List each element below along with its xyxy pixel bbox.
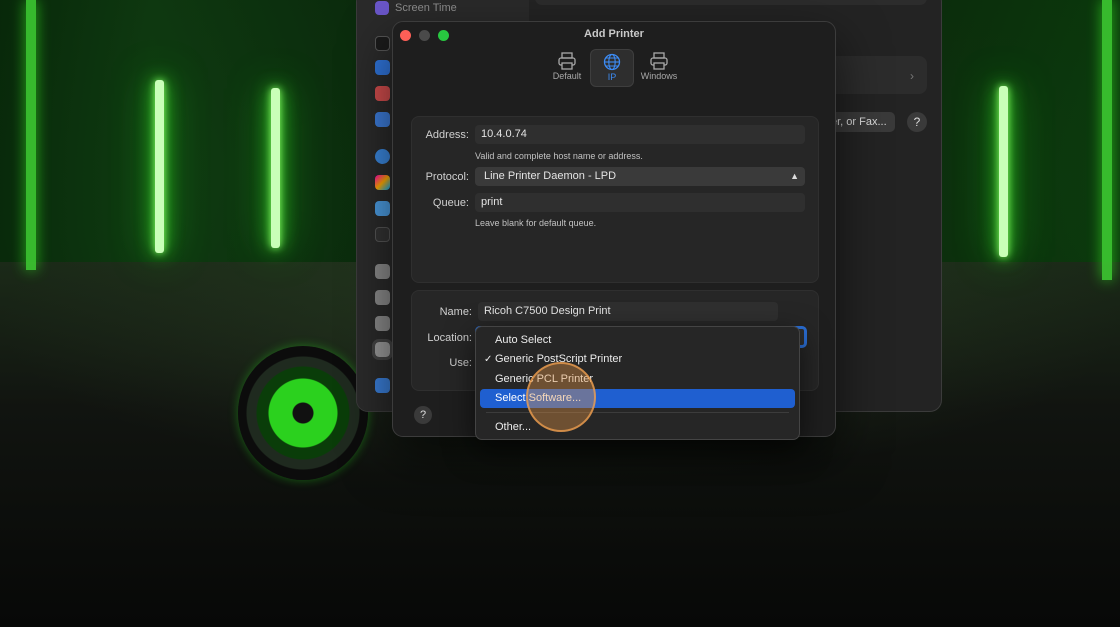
lock-icon[interactable] [375,36,390,51]
keyboard-icon[interactable] [375,264,390,279]
use-dropdown-menu: Auto Select ✓ Generic PostScript Printer… [475,326,800,440]
queue-hint: Leave blank for default queue. [475,218,597,228]
windows-printer-icon [650,52,668,70]
wallpaper-wheel [238,346,368,480]
up-down-arrows-icon: ▲ [790,171,799,181]
protocol-label: Protocol: [425,171,469,183]
game-center-icon[interactable] [375,175,390,190]
protocol-popup[interactable]: Line Printer Daemon - LPD ▲ [475,167,805,186]
wallpaper-neon-edge-left [26,0,36,270]
menu-item-other[interactable]: Other... [480,418,795,437]
address-field[interactable]: 10.4.0.74 [475,125,805,144]
dialog-help-button[interactable]: ? [414,406,432,424]
address-label: Address: [425,129,469,141]
game-controller-icon[interactable] [375,86,390,101]
wallet-icon[interactable] [375,227,390,242]
tab-windows[interactable]: Windows [637,49,681,87]
connection-panel: Address: 10.4.0.74 Valid and complete ho… [411,116,819,283]
printers-icon[interactable] [372,339,393,360]
hourglass-icon [375,1,389,15]
dialog-title: Add Printer [584,28,644,40]
menu-item-auto-select[interactable]: Auto Select [480,331,795,350]
address-hint: Valid and complete host name or address. [475,151,643,161]
wallpaper-neon-tube [999,86,1008,257]
click-indicator [526,362,596,432]
tab-ip[interactable]: IP [590,49,634,87]
name-label: Name: [439,306,472,318]
tab-label: Default [552,71,582,81]
menu-item-label: Other... [495,421,532,433]
chevron-right-icon: › [910,69,914,83]
globe-icon [603,53,621,71]
family-icon[interactable] [375,112,390,127]
wallpaper-neon-tube [271,88,280,248]
checkmark-icon: ✓ [484,354,493,365]
wallpaper-neon-edge-right [1102,0,1112,280]
migration-icon[interactable] [375,378,390,393]
location-label: Location: [427,332,472,344]
queue-field[interactable]: print [475,193,805,212]
sidebar-item-screen-time[interactable]: Screen Time [375,1,457,15]
mouse-icon[interactable] [375,290,390,305]
tab-label: IP [607,72,617,82]
settings-help-button[interactable]: ? [907,112,927,132]
protocol-value: Line Printer Daemon - LPD [484,170,617,182]
icloud-icon[interactable] [375,201,390,216]
game-controllers-icon[interactable] [375,316,390,331]
printer-icon [558,52,576,70]
internet-accounts-icon[interactable] [375,149,390,164]
sidebar-item-label: Screen Time [395,2,457,14]
settings-row [535,0,927,5]
use-label: Use: [449,357,472,369]
menu-item-generic-postscript[interactable]: ✓ Generic PostScript Printer [480,350,795,369]
hand-icon[interactable] [375,60,390,75]
wallpaper-right-wall [920,0,1120,270]
queue-label: Queue: [432,197,469,209]
name-field[interactable]: Ricoh C7500 Design Print [478,302,778,321]
tab-default[interactable]: Default [545,49,589,87]
menu-item-label: Auto Select [495,334,552,346]
wallpaper-neon-tube [155,80,164,253]
tab-label: Windows [640,71,678,81]
wallpaper-left-wall [0,0,380,270]
